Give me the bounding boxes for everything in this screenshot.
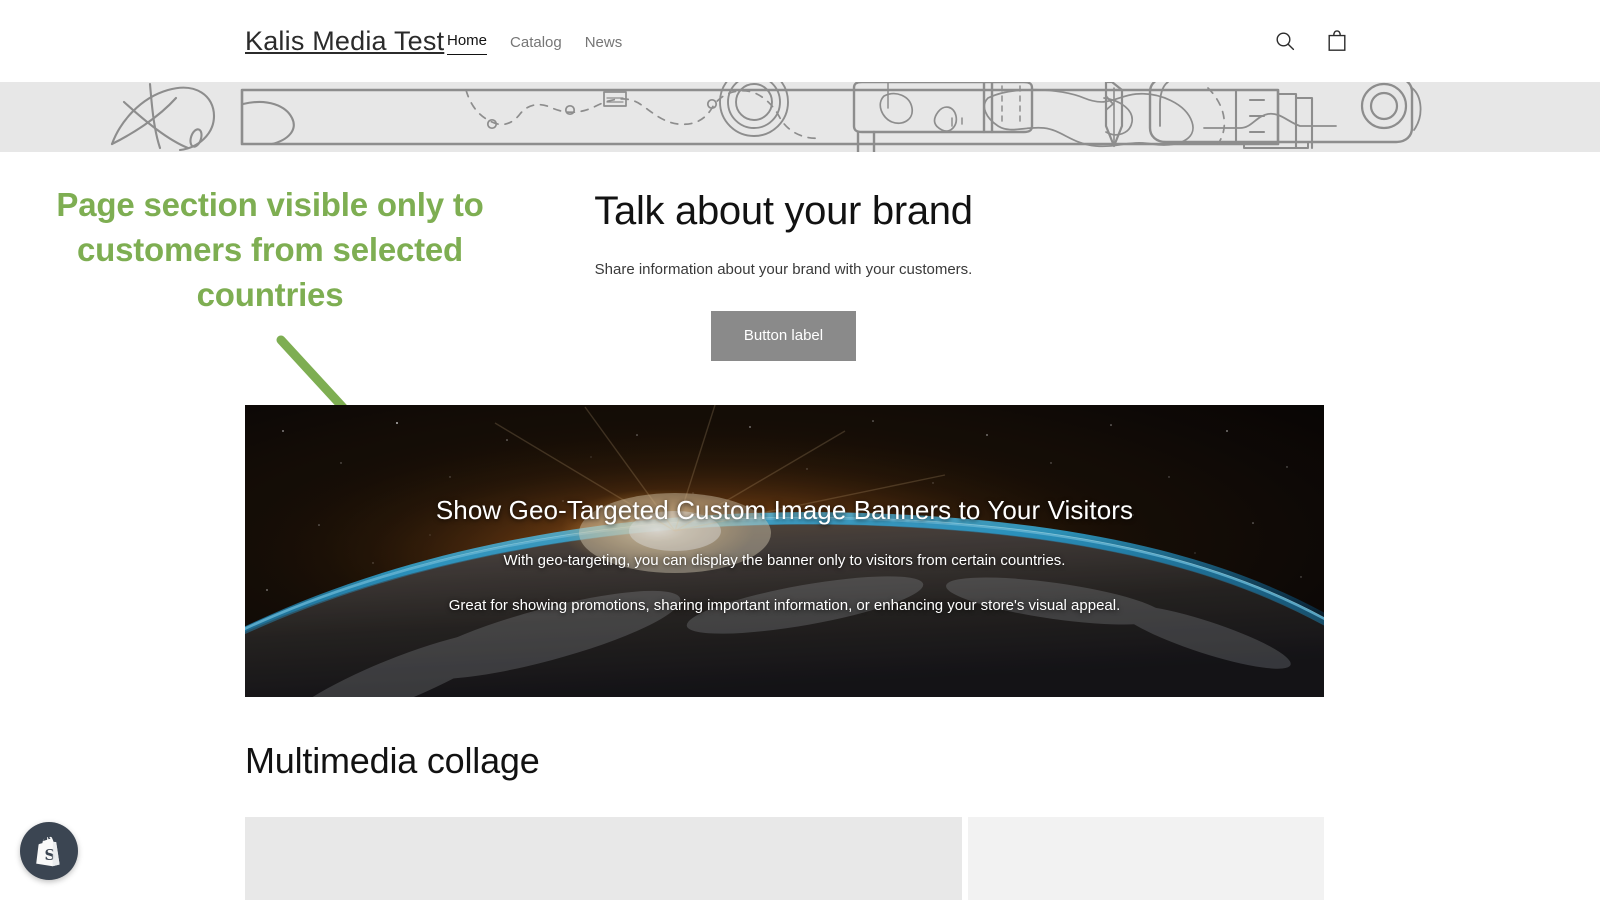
nav-item-news[interactable]: News	[585, 32, 623, 54]
site-header: Kalis Media Test Home Catalog News	[0, 0, 1600, 82]
collage-heading: Multimedia collage	[245, 738, 540, 784]
main-nav: Home Catalog News	[447, 30, 622, 55]
geo-banner-title: Show Geo-Targeted Custom Image Banners t…	[436, 493, 1133, 527]
header-actions	[1270, 26, 1352, 56]
brand-section: Talk about your brand Share information …	[406, 185, 1161, 361]
search-icon[interactable]	[1270, 26, 1300, 56]
collage-placeholder-right[interactable]	[968, 817, 1324, 900]
site-brand[interactable]: Kalis Media Test	[245, 26, 444, 57]
brand-cta-button[interactable]: Button label	[711, 311, 856, 361]
decor-lineart	[0, 82, 1600, 152]
geo-banner-content: Show Geo-Targeted Custom Image Banners t…	[245, 405, 1324, 697]
collage-grid	[245, 817, 1324, 900]
collage-placeholder-left[interactable]	[245, 817, 962, 900]
shopify-bag-icon: S	[34, 835, 64, 867]
geo-targeted-banner: Show Geo-Targeted Custom Image Banners t…	[245, 405, 1324, 697]
geo-banner-line-2: Great for showing promotions, sharing im…	[449, 595, 1121, 617]
shopify-bubble-button[interactable]: S	[20, 822, 78, 880]
cart-icon[interactable]	[1322, 26, 1352, 56]
decorative-illustration-strip	[0, 82, 1600, 152]
nav-item-home[interactable]: Home	[447, 30, 487, 55]
nav-item-catalog[interactable]: Catalog	[510, 32, 562, 54]
brand-subtext: Share information about your brand with …	[406, 259, 1161, 281]
brand-heading: Talk about your brand	[406, 185, 1161, 237]
geo-banner-line-1: With geo-targeting, you can display the …	[504, 550, 1066, 572]
